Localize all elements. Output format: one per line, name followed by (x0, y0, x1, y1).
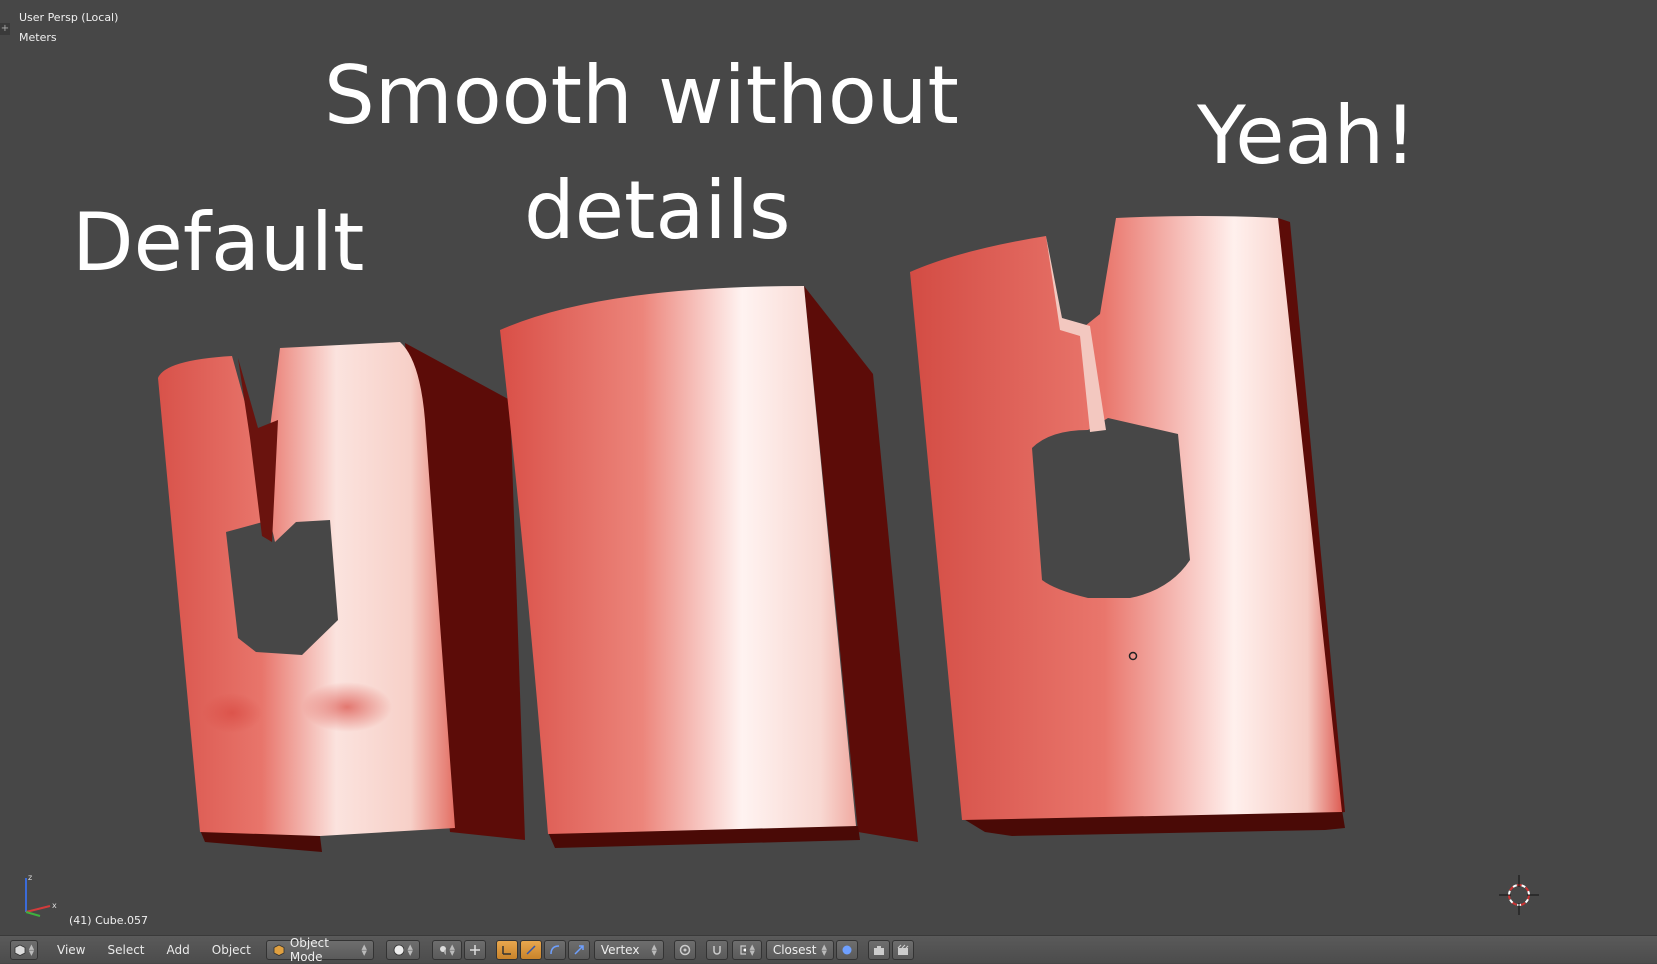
rotate-icon (526, 944, 536, 955)
dropdown-arrows-icon: ▲ ▼ (361, 942, 367, 957)
snap-toggle[interactable] (705, 939, 728, 960)
editor-type-button[interactable]: ▲ ▼ (10, 939, 38, 960)
cube-icon (14, 944, 26, 956)
menu-select[interactable]: Select (96, 940, 155, 960)
scale-toggle[interactable] (543, 939, 566, 960)
dropdown-arrows-icon: ▲ ▼ (449, 942, 455, 957)
render-animation-button[interactable] (891, 939, 914, 960)
units-label: Meters (19, 31, 57, 44)
camera-icon (873, 945, 884, 955)
mode-dropdown[interactable]: Object Mode ▲ ▼ (265, 936, 374, 964)
snap-mode-dropdown[interactable]: ▲ ▼ (731, 939, 762, 960)
scale-icon (550, 944, 559, 954)
translate-icon (502, 945, 511, 955)
translate-toggle[interactable] (495, 939, 518, 960)
render-button[interactable] (867, 939, 890, 960)
svg-text:z: z (28, 873, 32, 882)
label-smooth-line2: details (524, 164, 791, 257)
dropdown-arrows-icon: ▲ ▼ (651, 942, 657, 957)
manipulator-icon (469, 944, 480, 955)
3d-viewport[interactable]: + User Persp (Local) Meters Default Smoo… (0, 0, 1657, 935)
proportional-edit-button[interactable] (673, 939, 696, 960)
rotate-toggle[interactable] (519, 939, 542, 960)
snap-icon (574, 944, 584, 955)
snap-options-button[interactable] (835, 939, 858, 960)
dropdown-arrows-icon: ▲ ▼ (749, 942, 755, 957)
proportional-icon (679, 944, 691, 955)
viewport-header: ▲ ▼ View Select Add Object Object Mode ▲ ▼… (0, 935, 1657, 964)
mode-label: Object Mode (289, 935, 329, 964)
transform-orientation-toggle[interactable] (567, 939, 590, 960)
menu-view[interactable]: View (46, 940, 96, 960)
snap-target-label: Closest (772, 942, 817, 957)
object-info: (41) Cube.057 (69, 914, 148, 927)
pivot-icon (439, 945, 447, 955)
mesh-smooth-face (500, 286, 856, 834)
3d-cursor-icon[interactable] (1497, 873, 1541, 917)
menu-add[interactable]: Add (156, 940, 201, 960)
mesh-default-dent-1 (302, 682, 392, 732)
region-toggle-plus-icon[interactable]: + (0, 23, 10, 35)
snap-element-label: Vertex (600, 942, 640, 957)
mesh-yeah-hole (1032, 418, 1190, 598)
clapper-icon (897, 944, 909, 955)
manipulator-toggle[interactable] (463, 939, 486, 960)
axis-gizmo-icon: z x (25, 873, 57, 917)
svg-text:x: x (52, 901, 57, 910)
snap-target-dropdown[interactable]: Closest ▲ ▼ (765, 939, 834, 960)
snap-element-dropdown[interactable]: Vertex ▲ ▼ (593, 939, 664, 960)
view-name: User Persp (Local) (19, 11, 119, 24)
mesh-smooth (500, 286, 918, 848)
snap-options-icon (842, 945, 852, 954)
viewport-shading-dropdown[interactable]: ▲ ▼ (385, 939, 420, 960)
dropdown-arrows-icon: ▲ ▼ (28, 942, 35, 957)
mode-cube-icon (273, 944, 285, 956)
mesh-yeah (910, 216, 1345, 836)
dropdown-arrows-icon: ▲ ▼ (821, 942, 827, 957)
mesh-default (158, 342, 525, 852)
mesh-default-dent-2 (202, 693, 262, 733)
dropdown-arrows-icon: ▲ ▼ (407, 942, 413, 957)
label-default: Default (72, 196, 365, 289)
label-smooth-line1: Smooth without (324, 49, 959, 142)
pivot-dropdown[interactable]: ▲ ▼ (431, 939, 462, 960)
menu-object[interactable]: Object (201, 940, 262, 960)
label-yeah: Yeah! (1197, 89, 1417, 182)
snap-vertex-icon (740, 944, 747, 955)
mesh-default-hole (226, 520, 338, 655)
magnet-icon (713, 945, 721, 955)
sphere-icon (393, 944, 405, 955)
